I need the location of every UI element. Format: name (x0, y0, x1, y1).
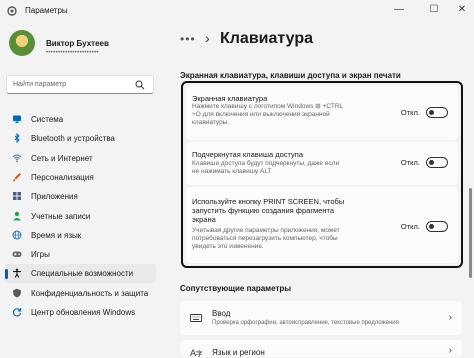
maximize-button[interactable]: ☐ (427, 3, 441, 17)
sidebar-item[interactable]: Время и язык (4, 226, 156, 245)
sidebar-item[interactable]: Персонализация (4, 168, 156, 187)
sidebar-item[interactable]: Сеть и Интернет (4, 149, 156, 168)
sidebar-item-label: Игры (31, 250, 50, 260)
sidebar-item[interactable]: Bluetooth и устройства (4, 129, 156, 148)
window-title: Параметры (25, 6, 68, 15)
related-item-subtitle: Проверка орфографии, автоисправление, те… (212, 320, 399, 326)
avatar[interactable] (9, 30, 35, 56)
sidebar-item-label: Bluetooth и устройства (31, 134, 115, 144)
globe-icon (12, 230, 22, 240)
sidebar-item-label: Центр обновления Windows (31, 308, 136, 317)
search-input[interactable]: Найти параметр (13, 81, 66, 88)
chevron-right-icon: › (448, 312, 452, 323)
highlight-frame (181, 81, 463, 268)
user-name: Виктор Бухтеев (46, 39, 109, 48)
sidebar-item-label: Сеть и Интернет (31, 153, 93, 163)
bluetooth-icon (14, 133, 20, 144)
search-icon (135, 80, 145, 90)
keyboard-icon (190, 314, 202, 322)
apps-icon (13, 192, 21, 201)
network-icon (12, 154, 22, 162)
sidebar-item[interactable]: Конфиденциальность и защита (4, 284, 156, 303)
scrollbar[interactable] (469, 188, 472, 278)
related-typing-card[interactable]: Ввод Проверка орфографии, автоисправлени… (180, 301, 462, 335)
search-box[interactable]: Найти параметр (6, 75, 154, 94)
brush-icon (13, 172, 21, 182)
sidebar-item[interactable]: Учетные записи (4, 207, 156, 226)
shield-icon (13, 288, 21, 298)
gamepad-icon (12, 251, 22, 258)
sidebar-item[interactable]: Система (4, 110, 156, 129)
chevron-right-icon: › (205, 30, 210, 46)
sidebar-item-label: Персонализация (31, 172, 94, 182)
related-item-title: Язык и регион (212, 348, 265, 357)
related-heading: Сопутствующие параметры (180, 284, 292, 293)
sidebar-item[interactable]: Игры (4, 245, 156, 264)
chevron-right-icon: › (448, 345, 452, 356)
related-language-card[interactable]: A 字 Язык и регион › (180, 340, 462, 358)
sidebar-item-label: Конфиденциальность и защита (31, 288, 149, 298)
sidebar-item[interactable]: Центр обновления Windows (4, 303, 156, 322)
sidebar-item-label: Учетные записи (31, 211, 91, 221)
monitor-icon (13, 115, 21, 123)
page-title: Клавиатура (220, 30, 313, 47)
sidebar-item-label: Время и язык (31, 230, 82, 240)
language-icon: A 字 (190, 349, 202, 358)
sidebar-item-label: Система (31, 115, 64, 124)
related-item-title: Ввод (212, 309, 231, 318)
sidebar-item[interactable]: Специальные возможности (4, 264, 156, 284)
active-indicator (5, 269, 8, 280)
settings-app-icon (7, 6, 17, 16)
sidebar-item[interactable]: Приложения (4, 187, 156, 206)
person-icon (13, 211, 21, 220)
close-button[interactable]: ✕ (455, 3, 469, 17)
accessibility-icon (13, 268, 21, 279)
title-bar: Параметры — ☐ ✕ (0, 0, 474, 22)
breadcrumb-more[interactable]: ••• (180, 32, 196, 46)
sidebar-item-label: Приложения (31, 192, 78, 202)
section-heading: Экранная клавиатура, клавиши доступа и э… (180, 71, 401, 80)
minimize-button[interactable]: — (392, 3, 406, 17)
user-email: •••••••••••••••••••••• (46, 50, 99, 56)
sidebar-item-label: Специальные возможности (31, 269, 134, 279)
update-icon (12, 308, 22, 317)
